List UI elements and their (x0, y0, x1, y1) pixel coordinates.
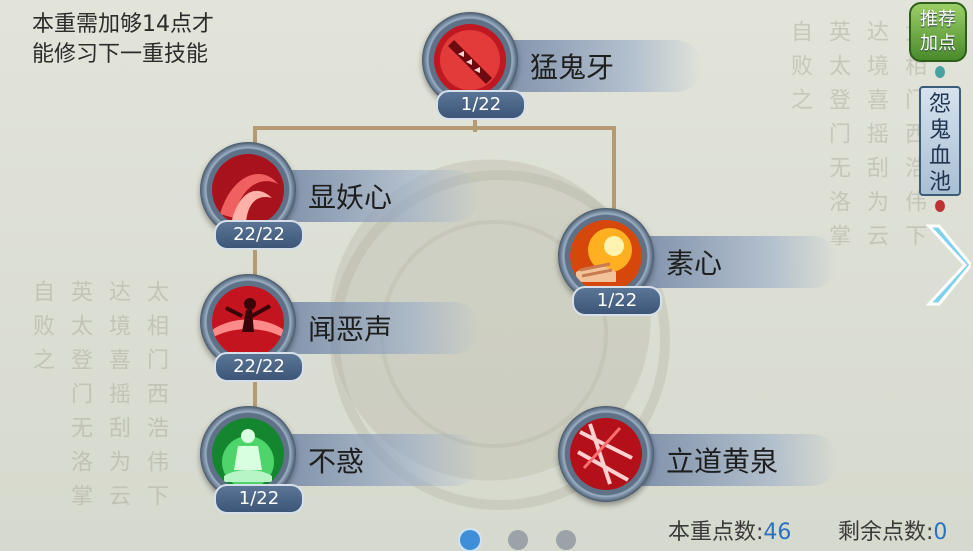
current-tier-points-label: 本重点数: (668, 520, 764, 545)
current-tier-points: 本重点数:46 (668, 514, 791, 546)
remaining-points: 剩余点数:0 (838, 514, 947, 546)
bead-ornament (935, 66, 945, 78)
red-fang-icon (434, 24, 506, 96)
skill-name: 闻恶声 (308, 313, 393, 346)
page-dot-2[interactable] (508, 530, 528, 550)
connector-line (253, 126, 615, 130)
page-dot-3[interactable] (556, 530, 576, 550)
remaining-points-value: 0 (933, 520, 948, 545)
skill-name: 不惑 (308, 445, 365, 478)
red-swirl-icon (212, 154, 284, 226)
skill-node-lidao-huangquan[interactable]: 立道黄泉 (558, 406, 918, 516)
background-calligraphy-left: 太相门西浩伟下达境喜摇刮为云英太登门无洛掌自败之 (29, 280, 168, 518)
connector-line (612, 126, 616, 216)
skill-level-badge: 1/22 (436, 90, 526, 120)
skill-node-su-xin[interactable]: 素心 1/22 (558, 208, 918, 318)
recommend-points-button[interactable]: 推荐 加点 (909, 2, 967, 62)
unlock-hint-line-1: 本重需加够14点才 (32, 12, 214, 37)
skill-name: 猛鬼牙 (530, 51, 615, 84)
skill-name: 素心 (666, 247, 723, 280)
skill-level-badge: 1/22 (572, 286, 662, 316)
unlock-hint-line-2: 能修习下一重技能 (32, 42, 209, 67)
skill-node-menggui-ya[interactable]: 猛鬼牙 1/22 (422, 12, 782, 122)
unlock-hint: 本重需加够14点才 能修习下一重技能 (32, 10, 262, 70)
skill-icon-frame (558, 406, 654, 502)
red-slash-icon (570, 418, 642, 490)
skill-node-wene-sheng[interactable]: 闻恶声 22/22 (200, 274, 560, 384)
skill-name: 显妖心 (308, 181, 393, 214)
skill-name: 立道黄泉 (666, 445, 779, 478)
skill-node-xianyao-xin[interactable]: 显妖心 22/22 (200, 142, 560, 252)
green-meditation-icon (212, 418, 284, 490)
skill-tree-tab[interactable]: 怨鬼血池 (919, 86, 961, 196)
remaining-points-label: 剩余点数: (838, 520, 934, 545)
fire-hand-icon (570, 220, 642, 292)
skill-level-badge: 22/22 (214, 220, 304, 250)
red-dancer-icon (212, 286, 284, 358)
current-tier-points-value: 46 (763, 520, 792, 545)
skill-tree-tab-label: 怨鬼血池 (929, 92, 952, 195)
next-page-arrow-icon[interactable] (923, 220, 971, 310)
page-dot-1[interactable] (460, 530, 480, 550)
skill-level-badge: 1/22 (214, 484, 304, 514)
skill-level-badge: 22/22 (214, 352, 304, 382)
bead-ornament (935, 200, 945, 212)
recommend-label-line-1: 推荐 (920, 9, 956, 30)
skill-node-bu-huo[interactable]: 不惑 1/22 (200, 406, 560, 516)
recommend-label-line-2: 加点 (920, 33, 956, 54)
